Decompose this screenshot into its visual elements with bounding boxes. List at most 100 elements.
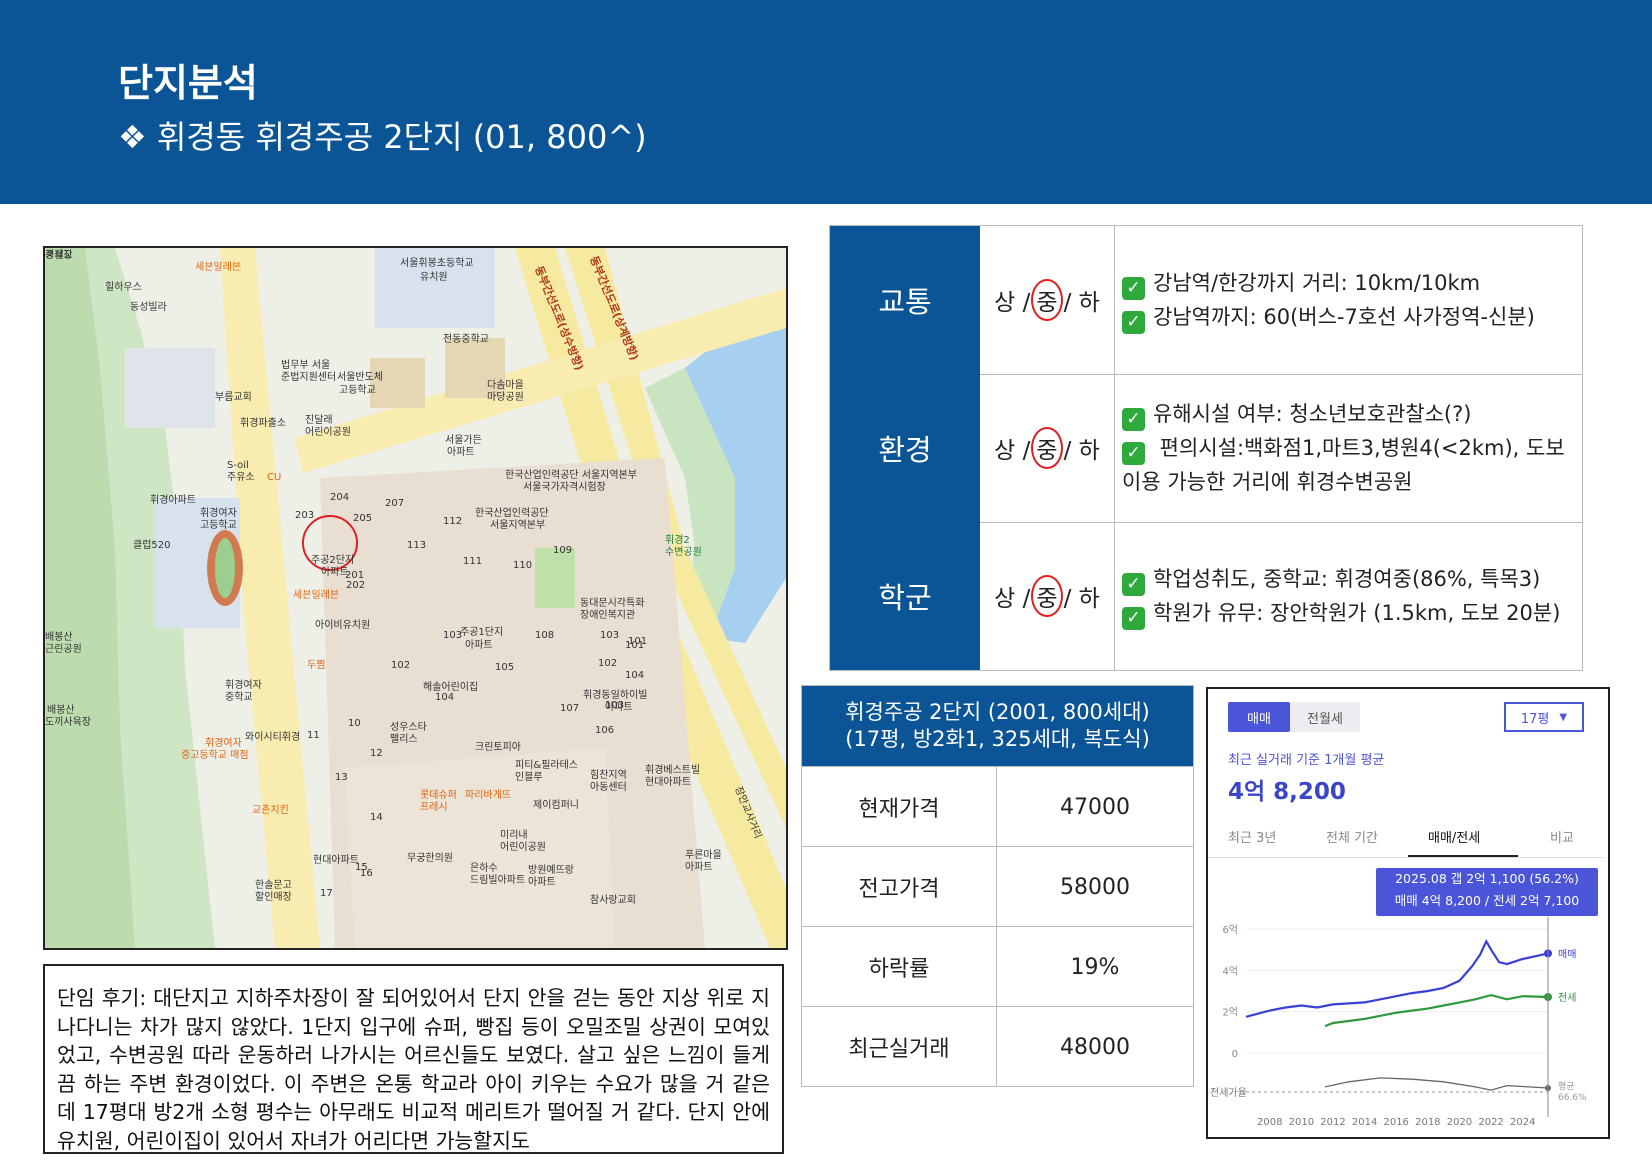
price-row: 하락률 19% [802, 926, 1193, 1007]
building-number: 111 [463, 556, 482, 567]
checkbox-icon: ✓ [1122, 408, 1145, 431]
rating-category: 교통 [830, 226, 980, 374]
rating-item: ✓ 강남역/한강까지 거리: 10km/10km [1122, 266, 1574, 300]
map-label: 준법지원센터 [281, 371, 336, 383]
price-label: 현재가격 [802, 767, 997, 847]
map-label: 참사랑교회 [590, 894, 636, 906]
map-label: 아파트 [685, 861, 713, 873]
price-row: 전고가격 58000 [802, 846, 1193, 927]
x-tick-label: 2014 [1352, 1117, 1377, 1128]
map-label: 수변공원 [665, 546, 702, 558]
map-label: 다솜마을 [487, 379, 524, 391]
visit-review: 단임 후기: 대단지고 지하주차장이 잘 되어있어서 단지 안을 걷는 동안 지… [43, 964, 784, 1154]
x-tick-label: 2010 [1289, 1117, 1314, 1128]
map-label: 중고등학교 매점 [181, 749, 249, 761]
price-line-chart[interactable]: 6억 4억 2억 0 매매전세전세가율 평균66.6% 2008 2010 2012 2014 20… [1208, 917, 1604, 1133]
series-line-전세 [1324, 993, 1549, 1028]
price-value: 19% [1070, 954, 1120, 980]
map-label: 아파트 [465, 639, 493, 651]
page-subtitle: ❖ 휘경동 휘경주공 2단지 (01, 800^) [118, 118, 647, 156]
rating-level: 상 / 중 / 하 [980, 374, 1115, 522]
y-tick-label: 0 [1232, 1049, 1238, 1060]
map-label: 주공1단지 [460, 626, 503, 638]
size-select-value: 17평 [1520, 711, 1550, 727]
rating-item-text: 편의시설:백화점1,마트3,병원4(<2km), 도보이용 가능한 거리에 휘경… [1122, 436, 1565, 494]
building-number: 103 [443, 630, 462, 641]
map-label: 인블루 [515, 771, 543, 783]
map-label: 어린이공원 [500, 841, 546, 853]
price-label: 전고가격 [802, 847, 997, 927]
map-label: 부름교회 [215, 391, 252, 403]
map-label: 서울휘봉초등학교 [400, 257, 474, 269]
ratio-avg-value: 66.6% [1558, 1093, 1587, 1103]
map-label: 피티&필라테스 [515, 759, 578, 771]
map-label: 세븐일레븐 [293, 589, 339, 601]
rating-item: ✓ 편의시설:백화점1,마트3,병원4(<2km), 도보이용 가능한 거리에 … [1122, 431, 1574, 499]
map-label: 휘경파출소 [240, 416, 286, 429]
tab-compare[interactable]: 비교 [1550, 827, 1574, 846]
y-tick-label: 2억 [1222, 1007, 1238, 1019]
price-value: 58000 [1060, 874, 1130, 900]
ratio-line [1324, 1077, 1549, 1091]
map-label: 롯데슈퍼 [420, 789, 457, 801]
map-label: 현대아파트 [313, 854, 359, 866]
map-label: 크린토피아 [475, 741, 521, 753]
tab-all-period[interactable]: 전체 기간 [1326, 827, 1378, 846]
tab-sale[interactable]: 매매 [1228, 702, 1290, 732]
map-label: 세븐일레븐 [195, 261, 241, 273]
map-canvas[interactable]: 세븐일레븐힐하우스동성빌라서울휘봉초등학교유치원전동중학교법무부 서울준법지원센… [45, 248, 786, 948]
map-label: 두찜 [307, 659, 325, 671]
unit-summary: (17평, 방2화1, 325세대, 복도식) [845, 727, 1150, 751]
price-label: 하락률 [802, 927, 997, 1007]
level-low: / 하 [1063, 438, 1100, 464]
map-label: 법무부 서울 [281, 359, 330, 371]
map-label: 동성빌라 [130, 301, 167, 313]
map-label: CU [267, 472, 281, 483]
map-label: 서울가든 [445, 434, 482, 446]
rating-item: ✓ 학원가 유무: 장안학원가 (1.5km, 도보 20분) [1122, 596, 1574, 630]
tab-sale-jeonse[interactable]: 매매/전세 [1428, 827, 1480, 846]
complex-summary: 휘경주공 2단지 (2001, 800세대) [845, 700, 1150, 724]
building-number: 11 [307, 730, 320, 741]
map-label: 아파트 [447, 446, 475, 458]
building-number: 17 [320, 888, 333, 899]
average-price: 4억 8,200 [1228, 779, 1346, 805]
chevron-down-icon: ▼ [1559, 711, 1568, 723]
map-label: 한솔문고 [255, 879, 292, 891]
map-label: 은하수 [470, 861, 498, 874]
map-label: 한국산업인력공단 [475, 506, 549, 519]
map-label: 미리내 [500, 829, 528, 841]
series-label: 매매 [1558, 948, 1576, 960]
map-label: 도끼사육장 [45, 716, 91, 728]
ratio-avg-label: 평균 [1558, 1081, 1575, 1092]
chart-tooltip: 2025.08 갭 2억 1,100 (56.2%) 매매 4억 8,200 /… [1376, 868, 1598, 916]
map-label: 풍살장 [45, 249, 73, 261]
building-number: 101 [628, 636, 647, 647]
rating-row-school: 학군 상 / 중 / 하 ✓ 학업성취도, 중학교: 휘경여중(86%, 특목3)… [830, 522, 1582, 670]
map-label: 마당공원 [487, 391, 524, 403]
checkbox-icon: ✓ [1122, 277, 1145, 300]
rating-category: 환경 [830, 374, 980, 522]
tab-recent-3y[interactable]: 최근 3년 [1228, 827, 1276, 846]
tab-rent[interactable]: 전월세 [1290, 702, 1360, 732]
building-number: 207 [385, 498, 404, 509]
active-tab-indicator [1408, 855, 1518, 857]
building-number: 113 [407, 540, 426, 551]
checkbox-icon: ✓ [1122, 607, 1145, 630]
map-label: 힘찬지역 [590, 769, 627, 781]
map-label: 진달래 [305, 414, 333, 426]
map-label: 중학교 [225, 691, 253, 703]
price-table-header: 휘경주공 2단지 (2001, 800세대) (17평, 방2화1, 325세대… [802, 686, 1193, 766]
rating-item: ✓ 학업성취도, 중학교: 휘경여중(86%, 특목3) [1122, 562, 1574, 596]
building-number: 105 [495, 662, 514, 673]
rating-details: ✓ 강남역/한강까지 거리: 10km/10km ✓ 강남역까지: 60(버스-7호… [1122, 226, 1574, 374]
building-number: 110 [513, 560, 532, 571]
building-number: 108 [535, 630, 554, 641]
tab-divider [1208, 857, 1604, 858]
area-map[interactable]: 세븐일레븐 힐하우스 동성빌라 서울휘봉초등학교 유치원 전동중학교 법무부 서울 준법지원센… [43, 246, 788, 950]
map-label: 파리바게뜨 [465, 789, 511, 801]
size-select[interactable]: 17평 ▼ [1504, 702, 1584, 732]
rating-table: 교통 상 / 중 / 하 ✓ 강남역/한강까지 거리: 10km/10km ✓ 강남… [829, 225, 1583, 671]
building-number: 14 [370, 812, 383, 823]
x-tick-label: 2018 [1415, 1117, 1440, 1128]
